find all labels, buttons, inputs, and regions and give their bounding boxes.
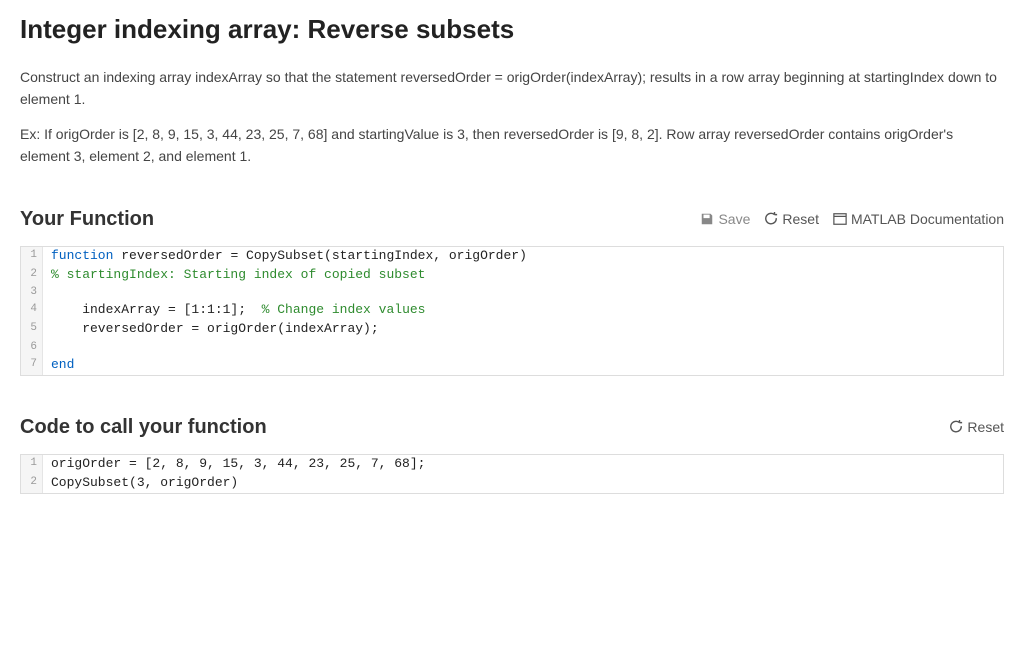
code-line: function reversedOrder = CopySubset(star… [43,247,527,266]
save-icon [700,212,714,226]
line-number: 1 [21,247,43,266]
your-function-toolbar: Save Reset MATLAB Documentation [700,211,1004,227]
description-paragraph-1: Construct an indexing array indexArray s… [20,67,1004,110]
save-button[interactable]: Save [700,211,750,227]
your-function-header: Your Function Save Reset MATLAB Document… [20,204,1004,234]
code-line: indexArray = [1:1:1]; % Change index val… [43,301,425,320]
line-number: 6 [21,339,43,356]
line-number: 1 [21,455,43,474]
save-label: Save [718,211,750,227]
call-function-header: Code to call your function Reset [20,412,1004,442]
reset-label: Reset [782,211,819,227]
code-line: origOrder = [2, 8, 9, 15, 3, 44, 23, 25,… [43,455,425,474]
page-title: Integer indexing array: Reverse subsets [20,10,1004,49]
code-line: end [43,356,74,375]
docs-icon [833,212,847,226]
code-line: CopySubset(3, origOrder) [43,474,238,493]
code-line: reversedOrder = origOrder(indexArray); [43,320,379,339]
call-function-heading: Code to call your function [20,412,267,442]
reset-label-2: Reset [967,419,1004,435]
call-function-code[interactable]: 1origOrder = [2, 8, 9, 15, 3, 44, 23, 25… [20,454,1004,494]
line-number: 2 [21,474,43,493]
reset-icon [949,420,963,434]
code-line: % startingIndex: Starting index of copie… [43,266,425,285]
docs-label: MATLAB Documentation [851,211,1004,227]
line-number: 5 [21,320,43,339]
your-function-code[interactable]: 1function reversedOrder = CopySubset(sta… [20,246,1004,376]
reset-button-2[interactable]: Reset [949,419,1004,435]
code-line [43,339,51,356]
line-number: 4 [21,301,43,320]
description-paragraph-2: Ex: If origOrder is [2, 8, 9, 15, 3, 44,… [20,124,1004,167]
call-function-toolbar: Reset [949,419,1004,435]
reset-icon [764,212,778,226]
code-line [43,284,51,301]
reset-button[interactable]: Reset [764,211,819,227]
line-number: 2 [21,266,43,285]
line-number: 3 [21,284,43,301]
your-function-heading: Your Function [20,204,154,234]
line-number: 7 [21,356,43,375]
matlab-docs-button[interactable]: MATLAB Documentation [833,211,1004,227]
